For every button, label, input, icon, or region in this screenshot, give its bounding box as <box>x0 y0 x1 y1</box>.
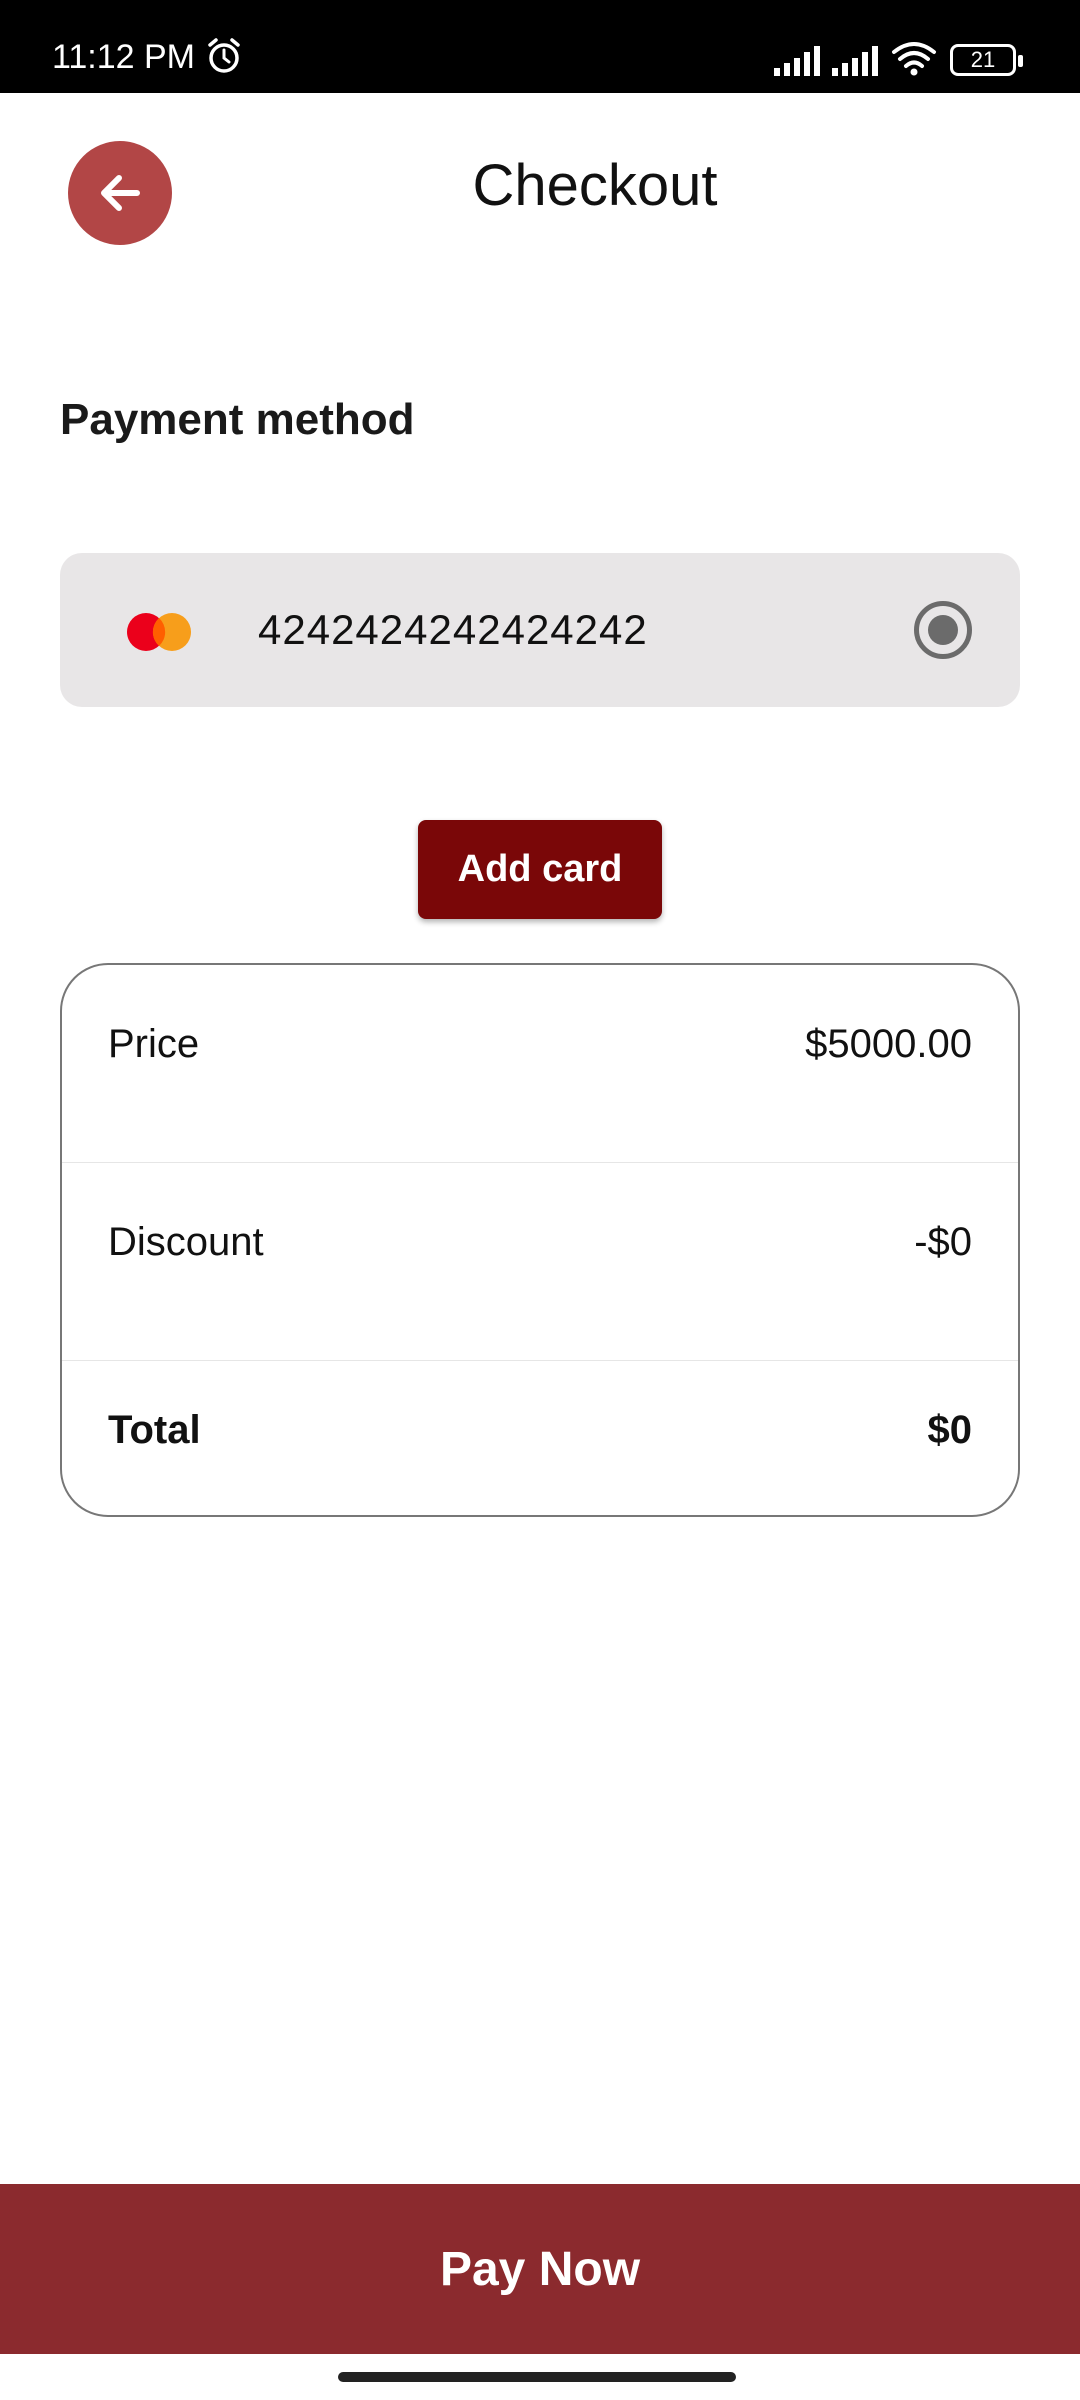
payment-method-title: Payment method <box>60 395 415 444</box>
discount-label: Discount <box>108 1220 264 1264</box>
card-number: 4242424242424242 <box>258 606 648 653</box>
wifi-icon <box>892 42 936 76</box>
status-icons: 21 <box>774 40 1023 76</box>
summary-row-discount: Discount -$0 <box>62 1163 1018 1361</box>
pay-now-button[interactable]: Pay Now <box>0 2184 1080 2354</box>
radio-selected-dot <box>928 615 958 645</box>
status-bar: 11:12 PM 21 <box>0 0 1080 93</box>
card-radio-button[interactable] <box>914 601 972 659</box>
page-title: Checkout <box>472 153 718 218</box>
battery-level: 21 <box>970 47 996 72</box>
add-card-button[interactable]: Add card <box>418 820 662 919</box>
signal-icon <box>774 46 820 76</box>
status-time: 11:12 PM <box>52 38 196 76</box>
total-label: Total <box>108 1408 201 1452</box>
total-value: $0 <box>927 1408 973 1452</box>
discount-value: -$0 <box>914 1220 972 1264</box>
home-indicator[interactable] <box>338 2372 736 2382</box>
mastercard-logo <box>127 613 191 651</box>
alarm-icon <box>208 38 240 73</box>
summary-row-price: Price $5000.00 <box>62 965 1018 1163</box>
summary-row-total: Total $0 <box>62 1361 1018 1515</box>
order-summary: Price $5000.00 Discount -$0 Total $0 <box>60 963 1020 1517</box>
battery-icon: 21 <box>950 44 1023 76</box>
signal-icon <box>832 46 878 76</box>
price-value: $5000.00 <box>805 1022 972 1066</box>
price-label: Price <box>108 1022 200 1066</box>
